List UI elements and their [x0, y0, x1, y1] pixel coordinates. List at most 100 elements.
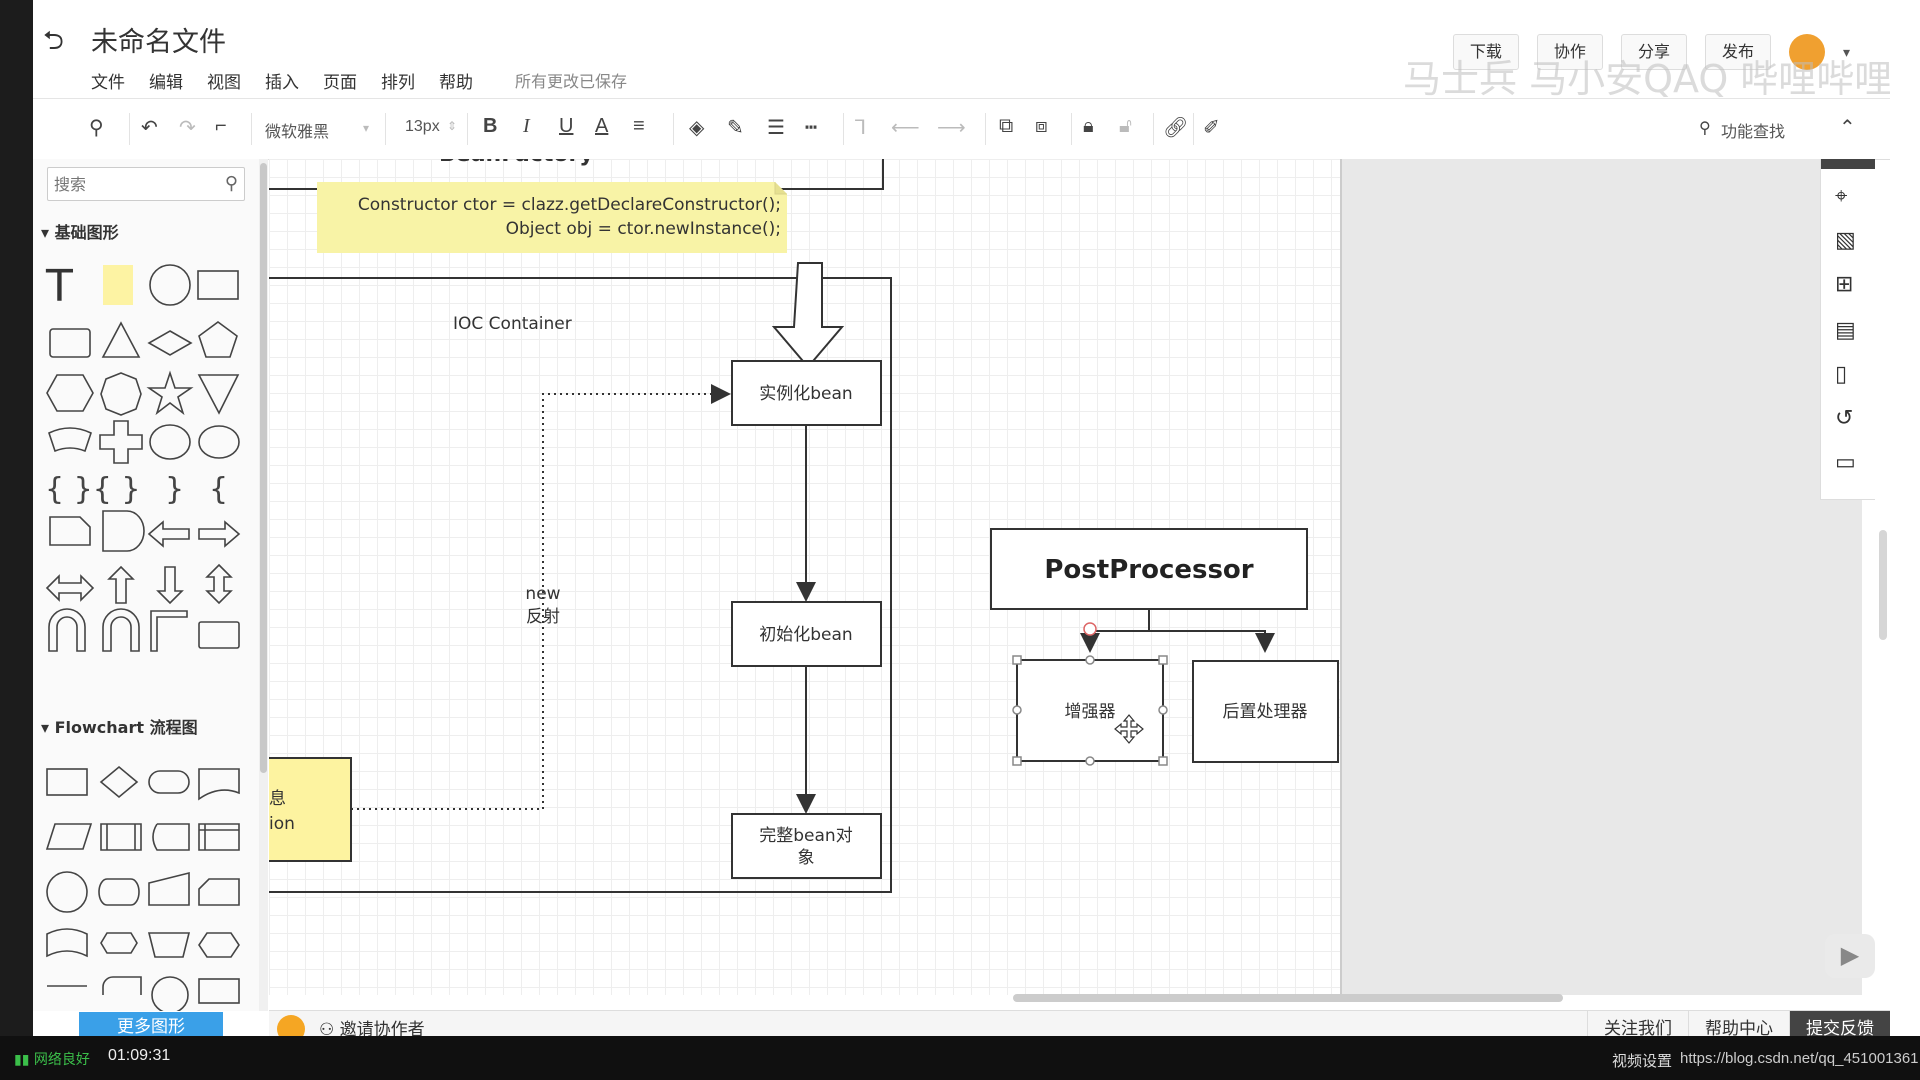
menu-arrange[interactable]: 排列: [381, 68, 415, 93]
align-icon[interactable]: ≡: [633, 115, 645, 138]
lock-icon[interactable]: 🔒︎: [1083, 115, 1094, 138]
left-arrow-shape[interactable]: [147, 520, 190, 548]
card-shape[interactable]: [48, 427, 92, 453]
fc-stored-data-shape[interactable]: [152, 823, 190, 851]
fc-manual-input-shape[interactable]: [148, 871, 190, 906]
connector-type-icon[interactable]: ⅂: [855, 115, 866, 140]
u-turn-shape[interactable]: [48, 608, 86, 652]
fc-internal-storage-shape[interactable]: [198, 823, 240, 851]
follow-us-link[interactable]: 关注我们: [1587, 1011, 1688, 1036]
snip-rect-shape[interactable]: [49, 516, 91, 546]
menu-help[interactable]: 帮助: [439, 68, 473, 93]
triangle-shape[interactable]: [101, 321, 141, 358]
up-arrow-shape[interactable]: [107, 565, 135, 604]
data-panel-icon[interactable]: ⊞: [1835, 271, 1853, 297]
redo-icon[interactable]: ↷: [179, 115, 196, 140]
rectangle-shape[interactable]: [197, 270, 239, 300]
brace-left-shape[interactable]: {: [209, 472, 228, 507]
rounded-rect-shape[interactable]: [49, 328, 91, 358]
link-icon[interactable]: 🔗︎: [1163, 115, 1188, 140]
delay-shape[interactable]: [102, 510, 145, 552]
line-color-icon[interactable]: ✎: [727, 115, 744, 140]
feedback-button[interactable]: 提交反馈: [1789, 1011, 1890, 1036]
edge-to-post-handler[interactable]: [1149, 630, 1275, 653]
publish-button[interactable]: 发布: [1704, 34, 1771, 70]
cloud-shape[interactable]: [149, 424, 191, 460]
fc-rect-shape[interactable]: [198, 978, 240, 1004]
brace-shapes[interactable]: { }{ }: [45, 472, 140, 507]
fc-document-shape[interactable]: [198, 768, 240, 801]
fc-connector-shape[interactable]: [46, 871, 88, 913]
diamond-shape[interactable]: [147, 330, 193, 356]
star-shape[interactable]: [146, 370, 194, 416]
code-note[interactable]: [317, 182, 787, 253]
document-title[interactable]: 未命名文件: [91, 20, 226, 59]
collab-button[interactable]: 协作: [1536, 34, 1603, 70]
navigate-icon[interactable]: ⌖: [1835, 183, 1847, 209]
fc-decision-shape[interactable]: [99, 765, 139, 799]
corner-shape[interactable]: [150, 610, 188, 652]
bring-front-icon[interactable]: ⧉: [999, 115, 1013, 138]
send-back-icon[interactable]: ⧈: [1035, 115, 1048, 138]
fc-card-shape[interactable]: [198, 878, 240, 906]
collapse-up-icon[interactable]: ⌃: [1839, 115, 1856, 140]
unlock-icon[interactable]: 🔓︎: [1119, 115, 1132, 138]
comment-icon[interactable]: ▭: [1835, 449, 1856, 475]
fc-preparation-shape[interactable]: [198, 932, 240, 958]
history-icon[interactable]: ↺: [1835, 405, 1853, 431]
paint-format-icon[interactable]: ⌐: [215, 115, 227, 138]
more-shapes-button[interactable]: 更多图形: [79, 1012, 223, 1036]
share-button[interactable]: 分享: [1620, 34, 1687, 70]
play-icon[interactable]: ▶: [1825, 934, 1875, 978]
fc-manual-operation-shape[interactable]: [147, 932, 191, 958]
right-arrow-shape[interactable]: [198, 520, 241, 548]
arrow-start-icon[interactable]: ⟵: [891, 115, 920, 140]
font-family-select[interactable]: 微软雅黑: [265, 118, 329, 142]
avatar[interactable]: [1788, 34, 1825, 70]
italic-icon[interactable]: I: [523, 115, 530, 138]
download-button[interactable]: 下载: [1452, 34, 1519, 70]
up-down-arrow-shape[interactable]: [205, 563, 233, 605]
node-complete-bean[interactable]: [731, 813, 882, 879]
pentagon-shape[interactable]: [198, 321, 238, 358]
chevron-down-icon[interactable]: ▾: [1843, 44, 1850, 61]
ellipse-shape[interactable]: [198, 425, 240, 459]
down-arrow-shape[interactable]: [156, 566, 184, 605]
fc-circle-shape[interactable]: [151, 976, 189, 1011]
fc-loop-shape[interactable]: [102, 976, 142, 995]
font-color-icon[interactable]: A: [595, 115, 608, 138]
underline-icon[interactable]: U: [559, 115, 573, 138]
line-width-icon[interactable]: ☰: [767, 115, 785, 140]
double-arrow-shape[interactable]: [45, 574, 95, 602]
horizontal-scrollbar[interactable]: [1013, 994, 1563, 1002]
invite-collaborator[interactable]: ⚇ 邀请协作者: [319, 1015, 425, 1036]
rotate-handle[interactable]: [1083, 622, 1097, 636]
brace-right-shape[interactable]: }: [165, 472, 184, 507]
text-shape[interactable]: T: [45, 261, 73, 312]
menu-insert[interactable]: 插入: [265, 68, 299, 93]
help-center-link[interactable]: 帮助中心: [1688, 1011, 1789, 1036]
fc-direct-data-shape[interactable]: [98, 878, 140, 906]
chevron-down-icon[interactable]: ▾: [363, 121, 369, 135]
partial-yellow-box[interactable]: [269, 757, 352, 862]
back-arrow-icon[interactable]: ⮌: [43, 22, 64, 66]
search-icon[interactable]: ⚲: [1699, 118, 1711, 138]
cross-shape[interactable]: [99, 420, 143, 464]
fc-predefined-shape[interactable]: [100, 823, 142, 851]
font-size-select[interactable]: 13px: [405, 118, 440, 136]
feature-search[interactable]: 功能查找: [1721, 118, 1785, 142]
video-settings[interactable]: 视频设置: [1612, 1050, 1672, 1071]
drawing-canvas[interactable]: BeanFactory Constructor ctor = clazz.get…: [269, 159, 1340, 995]
format-brush-icon[interactable]: ⚲: [89, 115, 104, 140]
undo-icon[interactable]: ↶: [141, 115, 158, 140]
fill-color-icon[interactable]: ◈: [689, 115, 704, 140]
octagon-shape[interactable]: [100, 372, 142, 416]
arch-shape[interactable]: [102, 608, 140, 652]
fc-tape-shape[interactable]: [46, 928, 88, 958]
fc-terminator-shape[interactable]: [148, 770, 190, 794]
bold-icon[interactable]: B: [483, 115, 497, 138]
edge-to-enhancer[interactable]: [1080, 609, 1150, 653]
stepper-icon[interactable]: ⇕: [447, 119, 457, 133]
fc-display-shape[interactable]: [100, 932, 138, 954]
line-style-icon[interactable]: ┅: [805, 115, 817, 140]
